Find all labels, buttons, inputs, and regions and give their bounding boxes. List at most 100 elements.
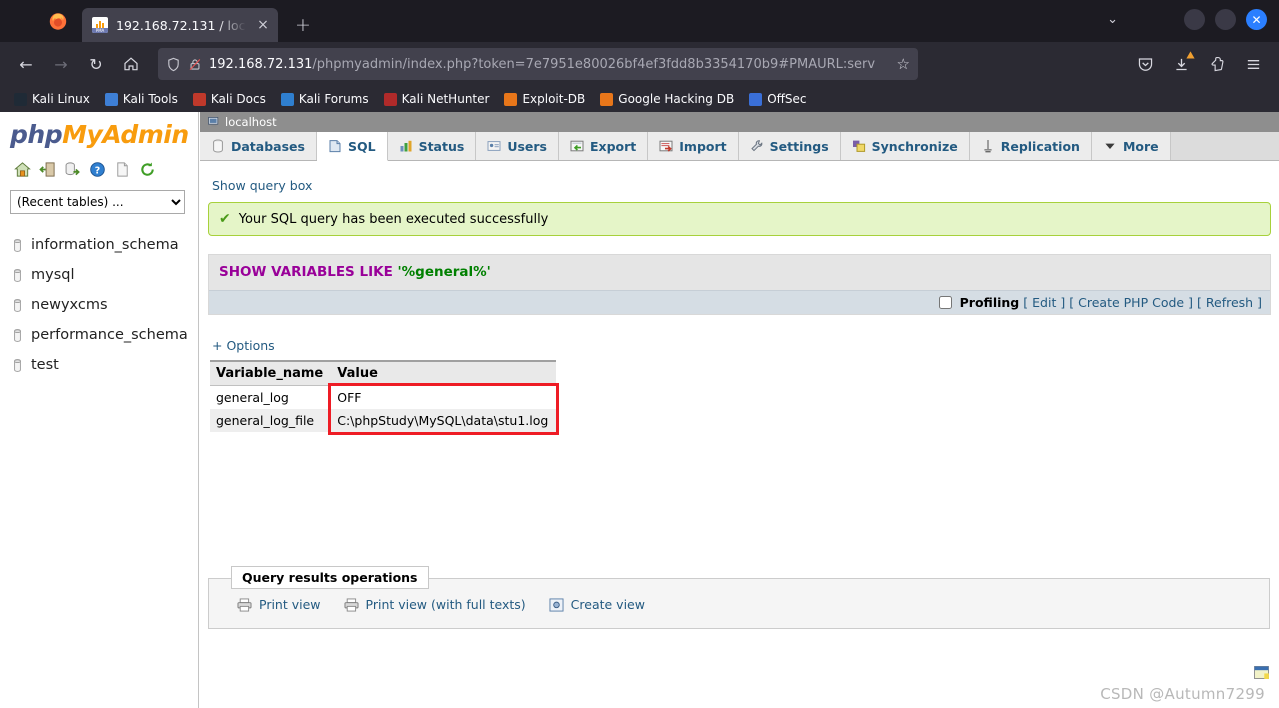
bookmark-offsec[interactable]: OffSec [743, 89, 812, 109]
bookmark-google-hacking-db[interactable]: Google Hacking DB [594, 89, 740, 109]
operation-print-view-with-full-texts[interactable]: Print view (with full texts) [344, 597, 526, 612]
chevron-down-icon [1103, 139, 1117, 153]
bookmark-kali-docs[interactable]: Kali Docs [187, 89, 272, 109]
tab-label: Databases [231, 138, 305, 154]
tab-import[interactable]: Import [648, 132, 739, 160]
edit-query-link[interactable]: Edit [1032, 295, 1056, 310]
bookmark-favicon [600, 92, 614, 106]
pocket-icon[interactable] [1129, 48, 1161, 80]
back-button[interactable]: ← [10, 48, 42, 80]
sidebar-database-mysql[interactable]: mysql [8, 260, 198, 290]
tab-synchronize[interactable]: Synchronize [840, 132, 970, 160]
minimize-button[interactable] [1184, 9, 1205, 30]
query-sql-text[interactable]: SHOW VARIABLES LIKE '%general%' [209, 255, 1270, 290]
svg-text:?: ? [95, 165, 100, 176]
tab-users[interactable]: Users [476, 132, 559, 160]
results-table-wrap: Variable_name Value general_log OFF general… [208, 360, 1271, 435]
extension-icon[interactable] [1201, 48, 1233, 80]
create-php-code-link[interactable]: Create PHP Code [1078, 295, 1184, 310]
value-cell[interactable]: C:\phpStudy\MySQL\data\stu1.log [331, 409, 557, 432]
value-cell[interactable]: OFF [331, 385, 557, 409]
tab-list-chevron-icon[interactable]: ⌄ [1107, 12, 1118, 27]
sidebar-database-performance_schema[interactable]: performance_schema [8, 320, 198, 350]
insecure-connection-lock-icon[interactable] [188, 57, 202, 72]
server-icon [208, 116, 219, 127]
forward-button[interactable]: → [45, 48, 77, 80]
tab-sql[interactable]: SQL [316, 132, 388, 161]
variable-name-cell[interactable]: general_log_file [210, 409, 332, 432]
url-text[interactable]: 192.168.72.131/phpmyadmin/index.php?toke… [209, 57, 890, 72]
home-button[interactable] [115, 48, 147, 80]
sidebar-database-newyxcms[interactable]: newyxcms [8, 290, 198, 320]
operation-label[interactable]: Create view [571, 597, 645, 612]
operation-print-view[interactable]: Print view [237, 597, 321, 612]
tab-settings[interactable]: Settings [738, 132, 841, 160]
bookmark-exploit-db[interactable]: Exploit-DB [498, 89, 591, 109]
options-toggle-link[interactable]: + Options [212, 338, 275, 353]
database-icon [14, 238, 21, 252]
column-header[interactable]: Value [331, 360, 557, 386]
variable-name-cell[interactable]: general_log [210, 385, 332, 409]
database-icon [211, 139, 225, 153]
tab-label: Settings [769, 138, 829, 154]
check-icon: ✔ [219, 211, 231, 227]
column-header[interactable]: Variable_name [210, 360, 332, 386]
export-icon [570, 139, 584, 153]
browser-window: PMA 192.168.72.131 / localhost × + ⌄ ✕ ←… [0, 0, 1279, 708]
export-icon[interactable] [64, 161, 81, 178]
home-icon [124, 57, 138, 71]
maximize-button[interactable] [1215, 9, 1236, 30]
bookmark-label: Google Hacking DB [618, 92, 735, 106]
tab-status[interactable]: Status [387, 132, 477, 160]
table-row[interactable]: general_log_file C:\phpStudy\MySQL\data\s… [210, 409, 557, 432]
browser-tab[interactable]: PMA 192.168.72.131 / localhost × [82, 8, 278, 42]
tracking-protection-shield-icon[interactable] [166, 57, 181, 72]
reload-icon[interactable] [139, 161, 156, 178]
home-icon[interactable] [14, 161, 31, 178]
tab-label: Status [418, 138, 465, 154]
window-controls: ⌄ ✕ [1107, 9, 1267, 30]
logout-icon[interactable] [39, 161, 56, 178]
bookmark-kali-tools[interactable]: Kali Tools [99, 89, 184, 109]
operation-label[interactable]: Print view (with full texts) [366, 597, 526, 612]
table-row[interactable]: general_log OFF [210, 385, 557, 409]
database-label: test [31, 357, 59, 373]
printer-icon [344, 597, 359, 612]
downloads-icon[interactable] [1165, 48, 1197, 80]
refresh-query-link[interactable]: Refresh [1206, 295, 1253, 310]
bookmark-kali-nethunter[interactable]: Kali NetHunter [378, 89, 496, 109]
bookmark-kali-linux[interactable]: Kali Linux [8, 89, 96, 109]
docs-icon[interactable] [114, 161, 131, 178]
bookmark-label: Kali Forums [298, 92, 369, 106]
bookmark-star-icon[interactable]: ☆ [897, 55, 910, 73]
tab-databases[interactable]: Databases [200, 132, 317, 160]
help-icon[interactable]: ? [89, 161, 106, 178]
create-view-icon [549, 597, 564, 612]
new-tab-button[interactable]: + [290, 12, 316, 38]
console-toggle-icon[interactable] [1254, 666, 1269, 679]
app-menu-icon[interactable] [1237, 48, 1269, 80]
tab-label: Replication [1000, 138, 1080, 154]
tab-close-icon[interactable]: × [254, 16, 272, 34]
recent-tables-select[interactable]: (Recent tables) ... [10, 190, 185, 214]
sql-keyword-show: SHOW [219, 264, 267, 280]
operation-create-view[interactable]: Create view [549, 597, 645, 612]
tab-more[interactable]: More [1091, 132, 1171, 160]
tab-replication[interactable]: Replication [969, 132, 1092, 160]
url-bar[interactable]: 192.168.72.131/phpmyadmin/index.php?toke… [158, 48, 918, 80]
url-host: 192.168.72.131 [209, 56, 313, 72]
operation-label[interactable]: Print view [259, 597, 321, 612]
show-query-box-link[interactable]: Show query box [212, 178, 312, 193]
sidebar-database-test[interactable]: test [8, 350, 198, 380]
settings-icon [750, 139, 764, 153]
profiling-label: Profiling [959, 295, 1020, 310]
reload-button[interactable]: ↻ [80, 48, 112, 80]
close-button[interactable]: ✕ [1246, 9, 1267, 30]
sql-keyword-like: LIKE [359, 264, 393, 280]
sidebar-database-information_schema[interactable]: information_schema [8, 230, 198, 260]
bookmark-kali-forums[interactable]: Kali Forums [275, 89, 375, 109]
bookmark-label: Kali Linux [32, 92, 90, 106]
profiling-checkbox[interactable] [938, 296, 952, 309]
tab-export[interactable]: Export [559, 132, 649, 160]
phpmyadmin-logo[interactable]: phpMyAdmin [0, 112, 198, 155]
